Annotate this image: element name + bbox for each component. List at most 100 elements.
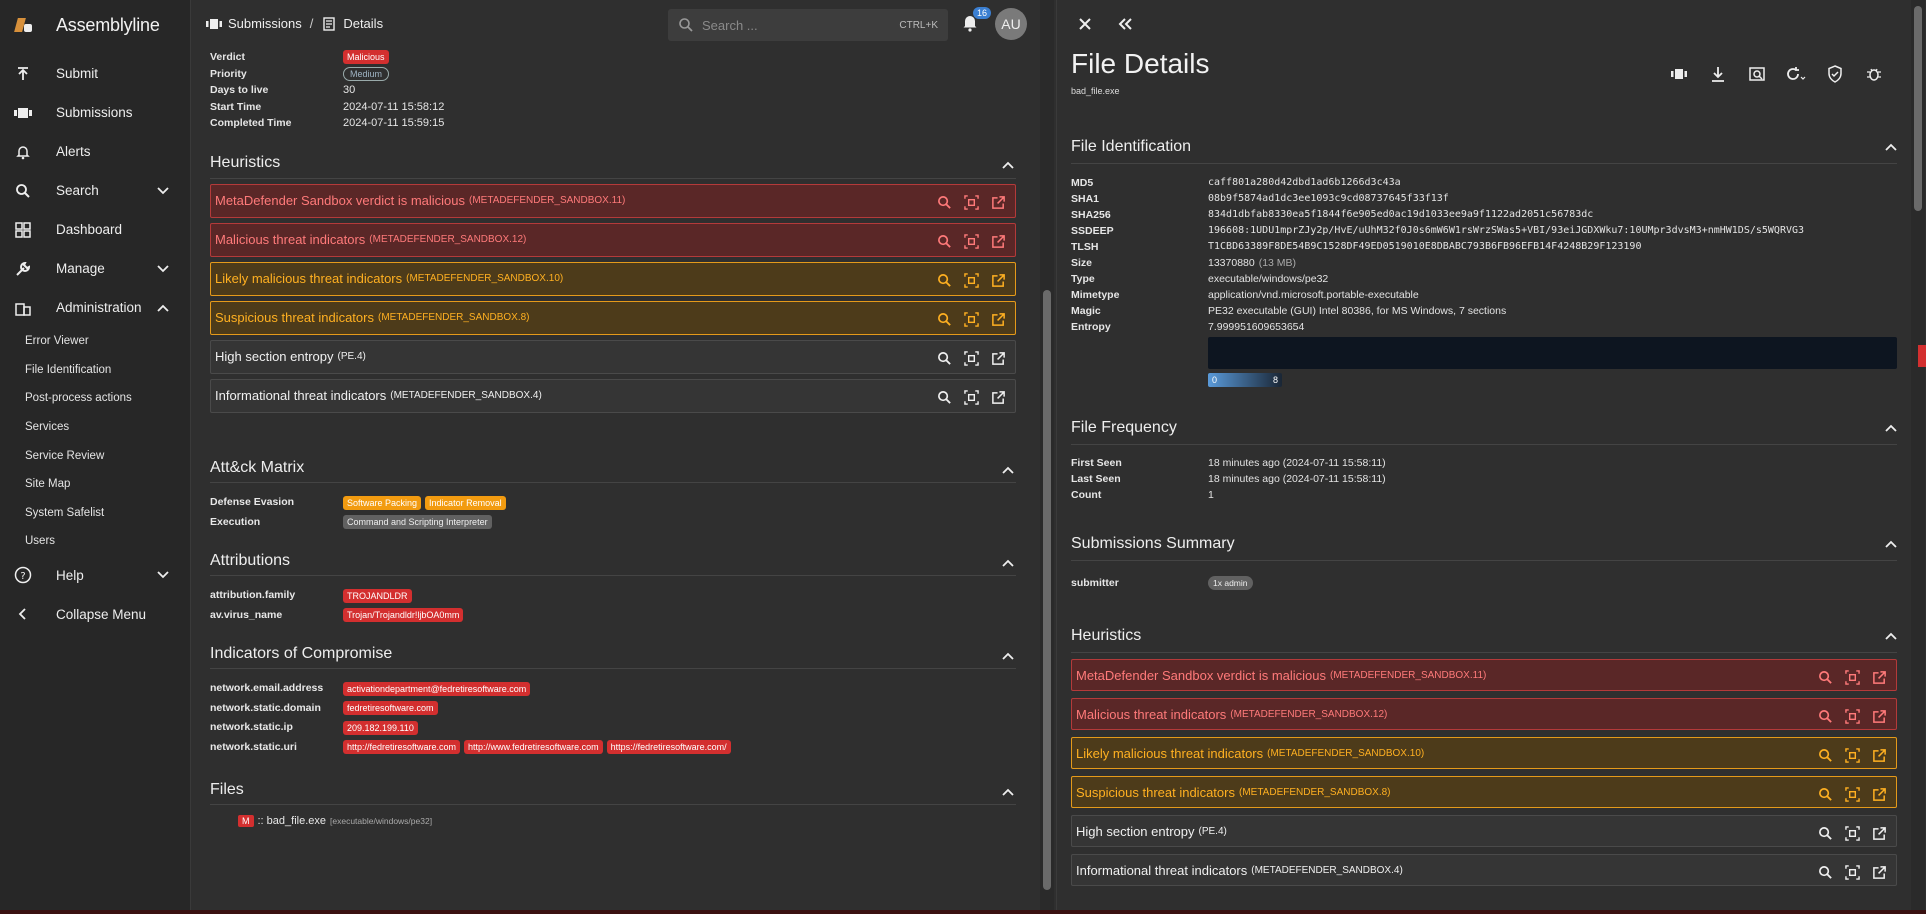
sidebar-subitem-error-viewer[interactable]: Error Viewer (0, 327, 190, 356)
open-in-new-icon[interactable] (990, 194, 1007, 211)
search-icon[interactable] (936, 350, 953, 367)
search-icon[interactable] (1817, 708, 1834, 725)
open-in-new-icon[interactable] (1871, 825, 1888, 842)
identification-value[interactable]: 834d1dbfab8330ea5f1844f6e905ed0ac19d1033… (1208, 207, 1593, 223)
identification-value[interactable]: application/vnd.microsoft.portable-execu… (1208, 287, 1419, 303)
heuristic-row[interactable]: Likely malicious threat indicators (METAD… (210, 261, 1016, 296)
heuristic-row[interactable]: Informational threat indicators (METADEFE… (210, 378, 1016, 413)
identification-value[interactable]: executable/windows/pe32 (1208, 271, 1328, 287)
sidebar-subitem-users[interactable]: Users (0, 527, 190, 556)
chevron-up-icon[interactable] (1885, 535, 1897, 553)
attribution-chip[interactable]: Trojan/Trojandldr!ljbOA0mm (343, 608, 464, 623)
sidebar-item-manage[interactable]: Manage (0, 249, 190, 288)
search-icon[interactable] (1817, 786, 1834, 803)
chevron-up-icon[interactable] (1002, 554, 1016, 568)
identification-value[interactable]: 196608:1UDU1mprZJy2p/HvE/uUhM32f0J0s6mW6… (1208, 223, 1804, 239)
search-input[interactable]: Search ... CTRL+K (668, 9, 948, 41)
sidebar-subitem-service-review[interactable]: Service Review (0, 441, 190, 470)
open-in-new-icon[interactable] (990, 311, 1007, 328)
search-icon[interactable] (936, 311, 953, 328)
sidebar-subitem-services[interactable]: Services (0, 413, 190, 442)
attack-chip[interactable]: Software Packing (343, 495, 422, 510)
heuristic-row[interactable]: Likely malicious threat indicators (METAD… (1071, 737, 1897, 769)
identification-value[interactable]: PE32 executable (GUI) Intel 80386, for M… (1208, 303, 1506, 319)
open-in-new-icon[interactable] (1871, 864, 1888, 881)
identification-value[interactable]: 08b9f5874ad1dc3ee1093c9cd08737645f33f13f (1208, 191, 1449, 207)
heuristics-section-header[interactable]: Heuristics (210, 149, 1016, 179)
identification-value[interactable]: 13370880 (1208, 255, 1255, 271)
chevron-up-icon[interactable] (1002, 461, 1016, 475)
chevron-up-icon[interactable] (1002, 156, 1016, 170)
focus-icon[interactable] (1844, 786, 1861, 803)
file-frequency-header[interactable]: File Frequency (1071, 411, 1897, 445)
sidebar-item-search[interactable]: Search (0, 171, 190, 210)
double-chevron-left-icon[interactable] (1115, 14, 1135, 34)
focus-icon[interactable] (1844, 708, 1861, 725)
open-in-new-icon[interactable] (1871, 708, 1888, 725)
search-icon[interactable] (936, 233, 953, 250)
submitter-chip[interactable]: 1x admin (1208, 576, 1253, 590)
ioc-chip[interactable]: 209.182.199.110 (343, 720, 418, 735)
ioc-chip[interactable]: activationdepartment@fedretiresoftware.c… (343, 681, 531, 696)
sidebar-item-alerts[interactable]: Alerts (0, 132, 190, 171)
open-in-new-icon[interactable] (1871, 786, 1888, 803)
sidebar-subitem-system-safelist[interactable]: System Safelist (0, 499, 190, 528)
drawer-scrollbar-thumb[interactable] (1914, 6, 1922, 211)
drawer-heuristics-header[interactable]: Heuristics (1071, 619, 1897, 653)
focus-icon[interactable] (963, 233, 980, 250)
attribution-chip[interactable]: TROJANDLDR (343, 588, 412, 603)
chevron-up-icon[interactable] (1002, 647, 1016, 661)
search-icon[interactable] (1817, 747, 1834, 764)
open-in-new-icon[interactable] (990, 350, 1007, 367)
heuristic-row[interactable]: MetaDefender Sandbox verdict is maliciou… (1071, 659, 1897, 691)
sidebar-item-submissions[interactable]: Submissions (0, 93, 190, 132)
safelist-shield-icon[interactable] (1825, 64, 1845, 84)
heuristic-row[interactable]: Suspicious threat indicators (METADEFENDE… (1071, 776, 1897, 808)
sidebar-item-submit[interactable]: Submit (0, 54, 190, 93)
drawer-scrollbar[interactable] (1911, 0, 1925, 910)
focus-icon[interactable] (1844, 747, 1861, 764)
search-icon[interactable] (936, 272, 953, 289)
main-scrollbar[interactable] (1040, 0, 1054, 910)
heuristic-row[interactable]: Malicious threat indicators (METADEFENDER… (1071, 698, 1897, 730)
breadcrumb-submissions[interactable]: Submissions (228, 16, 302, 31)
open-in-new-icon[interactable] (1871, 669, 1888, 686)
brand[interactable]: Assemblyline (0, 0, 190, 50)
attack-chip[interactable]: Command and Scripting Interpreter (343, 515, 492, 530)
view-file-icon[interactable] (1747, 64, 1767, 84)
search-icon[interactable] (936, 389, 953, 406)
identification-value[interactable]: 7.999951609653654 (1208, 319, 1304, 335)
heuristic-row[interactable]: MetaDefender Sandbox verdict is maliciou… (210, 183, 1016, 218)
files-section-header[interactable]: Files (210, 775, 1016, 805)
search-icon[interactable] (1817, 825, 1834, 842)
focus-icon[interactable] (963, 272, 980, 289)
identification-value[interactable]: T1CBD63389F8DE54B9C1528DF49ED0519010E8DB… (1208, 239, 1641, 255)
chevron-up-icon[interactable] (1885, 627, 1897, 645)
heuristic-row[interactable]: Informational threat indicators (METADEFE… (1071, 854, 1897, 886)
ioc-section-header[interactable]: Indicators of Compromise (210, 639, 1016, 669)
search-icon[interactable] (1817, 864, 1834, 881)
ioc-chip[interactable]: http://www.fedretiresoftware.com (464, 740, 603, 755)
open-in-new-icon[interactable] (990, 272, 1007, 289)
chevron-up-icon[interactable] (1885, 138, 1897, 156)
download-icon[interactable] (1708, 64, 1728, 84)
submissions-icon[interactable] (1669, 64, 1689, 84)
collapse-menu-button[interactable]: Collapse Menu (0, 595, 190, 634)
sidebar-subitem-site-map[interactable]: Site Map (0, 470, 190, 499)
sidebar-item-dashboard[interactable]: Dashboard (0, 210, 190, 249)
focus-icon[interactable] (1844, 825, 1861, 842)
heuristic-row[interactable]: Malicious threat indicators (METADEFENDER… (210, 222, 1016, 257)
attack-section-header[interactable]: Att&ck Matrix (210, 453, 1016, 483)
attributions-section-header[interactable]: Attributions (210, 546, 1016, 576)
chevron-up-icon[interactable] (1885, 419, 1897, 437)
focus-icon[interactable] (963, 350, 980, 367)
sidebar-item-administration[interactable]: Administration (0, 288, 190, 327)
open-in-new-icon[interactable] (990, 233, 1007, 250)
search-icon[interactable] (1817, 669, 1834, 686)
attack-chip[interactable]: Indicator Removal (425, 495, 506, 510)
focus-icon[interactable] (1844, 669, 1861, 686)
focus-icon[interactable] (963, 389, 980, 406)
search-icon[interactable] (936, 194, 953, 211)
heuristic-row[interactable]: High section entropy (PE.4) (210, 339, 1016, 374)
sidebar-item-help[interactable]: ? Help (0, 556, 190, 595)
